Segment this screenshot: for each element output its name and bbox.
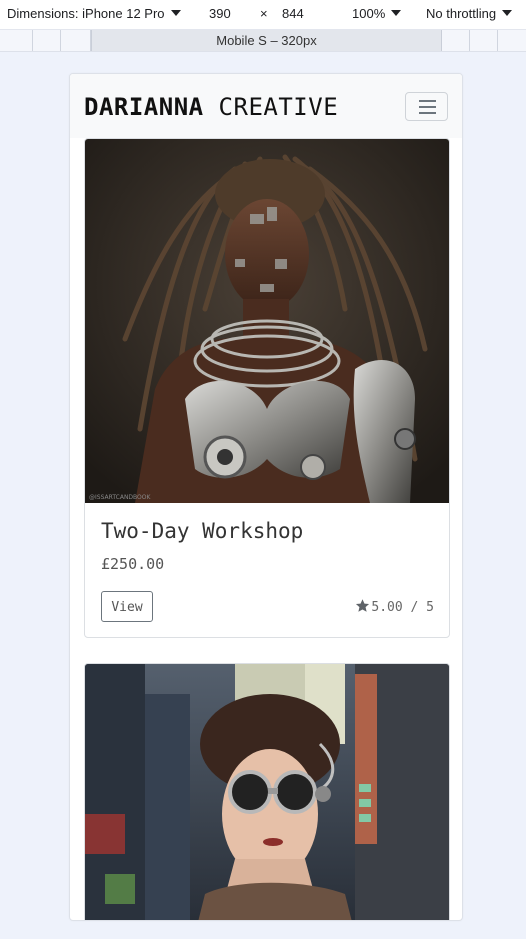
navbar-toggler-button[interactable] [405, 92, 448, 121]
hamburger-menu-icon [419, 100, 436, 102]
breakpoint-segment[interactable] [470, 30, 498, 51]
product-price: £250.00 [101, 555, 165, 573]
site-navbar: DARIANNA CREATIVE [70, 74, 462, 138]
breakpoint-segment[interactable] [33, 30, 61, 51]
image-watermark: @ISSARTCANDBOOK [89, 494, 152, 501]
zoom-dropdown[interactable]: 100% [352, 6, 402, 21]
view-button[interactable]: View [101, 591, 153, 622]
width-input[interactable]: 390 [209, 6, 231, 21]
dimension-separator: × [260, 6, 268, 21]
product-image[interactable] [85, 664, 449, 920]
throttling-label: No throttling [426, 6, 497, 21]
star-icon [356, 599, 370, 612]
breakpoint-segment[interactable] [61, 30, 91, 51]
product-title: Two-Day Workshop [101, 519, 304, 543]
device-viewport: DARIANNA CREATIVE @ISSARTCANDBOOK Two-Da… [69, 73, 463, 921]
breakpoint-segment[interactable] [0, 30, 33, 51]
zoom-label: 100% [352, 6, 386, 21]
chevron-down-icon [170, 10, 181, 16]
brand-light: CREATIVE [218, 93, 339, 121]
product-image[interactable]: @ISSARTCANDBOOK [85, 139, 449, 503]
chevron-down-icon [502, 10, 513, 16]
devtools-device-toolbar: Dimensions: iPhone 12 Pro 390 × 844 100%… [0, 0, 526, 30]
dimensions-label: Dimensions: iPhone 12 Pro [7, 6, 165, 21]
site-brand[interactable]: DARIANNA CREATIVE [84, 93, 338, 121]
breakpoint-segment[interactable] [441, 30, 470, 51]
product-card [84, 663, 450, 920]
throttling-dropdown[interactable]: No throttling [426, 6, 513, 21]
height-input[interactable]: 844 [282, 6, 304, 21]
media-query-bar: Mobile S – 320px [0, 30, 526, 52]
chevron-down-icon [391, 10, 402, 16]
hamburger-menu-icon-bar [419, 106, 436, 108]
product-card: @ISSARTCANDBOOK Two-Day Workshop £250.00… [84, 138, 450, 638]
breakpoint-segment[interactable] [498, 30, 526, 51]
rating-value: 5.00 / 5 [371, 600, 434, 615]
dimensions-dropdown[interactable]: Dimensions: iPhone 12 Pro [7, 6, 181, 21]
breakpoint-mobile-s[interactable]: Mobile S – 320px [91, 30, 442, 51]
hamburger-menu-icon-bar [419, 112, 436, 114]
brand-bold: DARIANNA [84, 93, 204, 121]
product-rating: 5.00 / 5 [355, 598, 434, 615]
